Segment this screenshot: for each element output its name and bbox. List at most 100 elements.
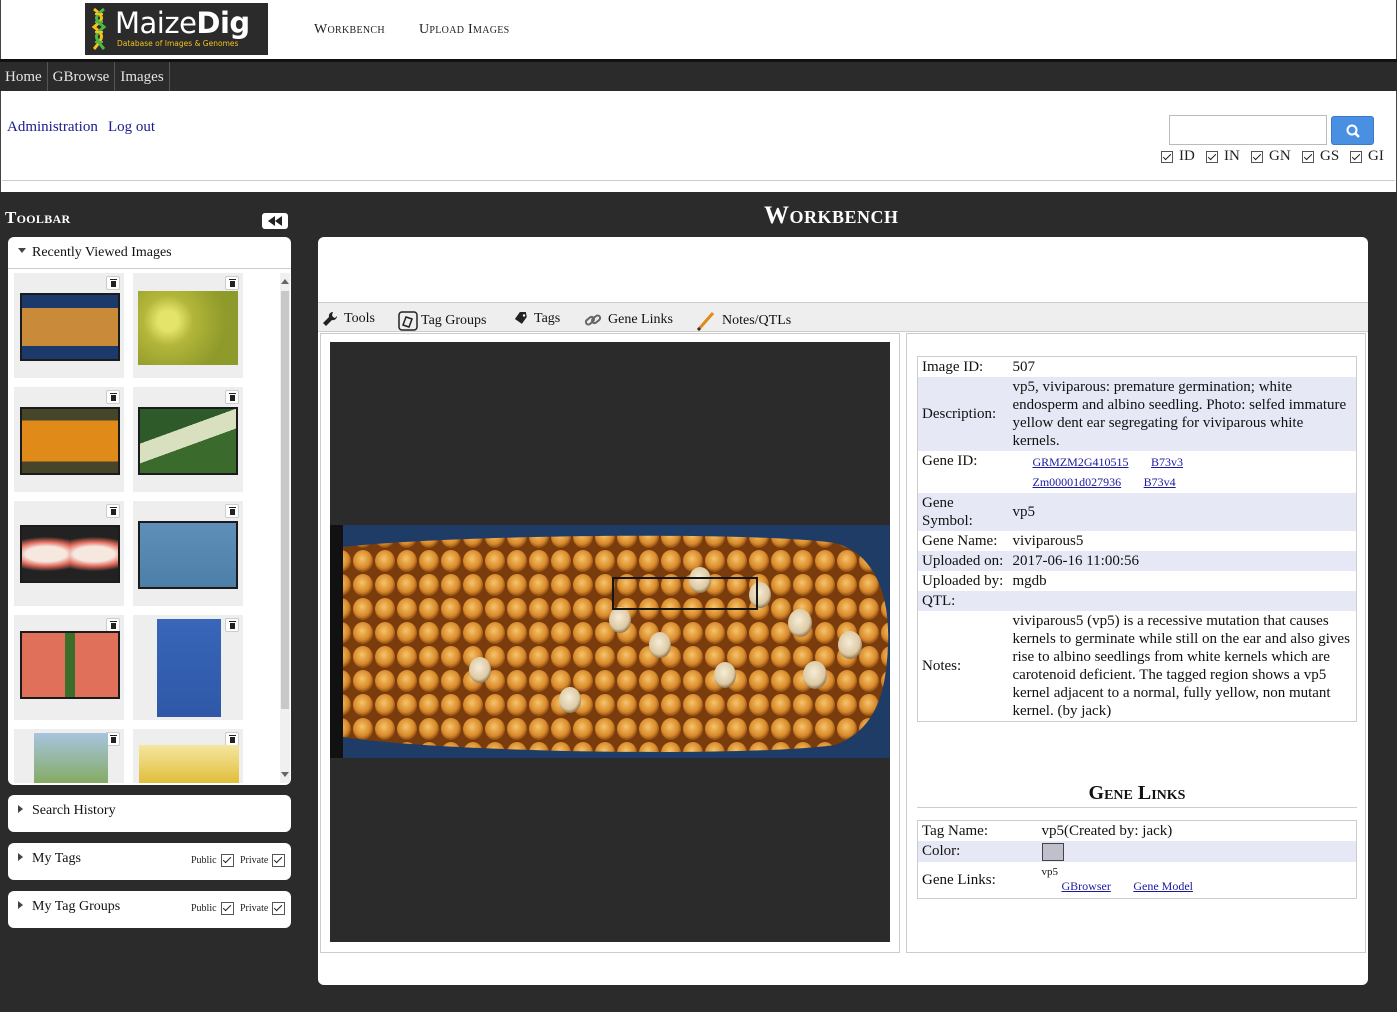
tab-gene-links[interactable]: Gene Links [584,311,673,329]
thumbnail-image[interactable] [34,733,108,783]
trash-icon[interactable] [225,390,239,404]
nav-images[interactable]: Images [115,62,170,91]
search-input[interactable] [1169,115,1327,145]
checkbox-in[interactable] [1206,150,1218,163]
corn-ear-image[interactable] [330,525,890,758]
gene-version-link[interactable]: B73v4 [1144,475,1176,489]
workbench-panel: Tools Tag Groups Tags Gene Links Notes/Q… [318,237,1368,985]
qtl-value [1009,591,1357,611]
trash-icon[interactable] [225,618,239,632]
trash-icon[interactable] [106,390,120,404]
private-checkbox[interactable] [272,902,286,915]
thumbnail-card[interactable] [133,729,243,783]
thumbnail-card[interactable] [14,387,124,492]
scroll-down-arrow-icon[interactable] [281,772,289,777]
tab-tools[interactable]: Tools [322,311,375,327]
toolbar-title: Toolbar [5,208,71,227]
collapsed-arrow-icon [18,853,23,861]
image-details-table: Image ID: 507 Description: vp5, viviparo… [917,356,1357,722]
row-gene-id: Gene ID: GRMZM2G410515 B73v3 Zm00001d027… [922,453,1184,489]
upload-images-link[interactable]: Upload Images [419,22,510,38]
checkbox-id[interactable] [1161,150,1173,163]
scroll-thumb[interactable] [281,291,289,709]
tab-notes-qtls[interactable]: Notes/QTLs [696,311,791,331]
trash-icon[interactable] [106,732,120,746]
gene-id-link[interactable]: GRMZM2G410515 [1033,455,1129,469]
thumbnail-card[interactable] [14,273,124,378]
uploaded-on-value: 2017-06-16 11:00:56 [1012,553,1140,569]
logo-subtitle: Database of Images & Genomes [117,39,239,48]
my-tag-groups-panel[interactable]: My Tag Groups Public Private [8,891,291,928]
thumbnail-image[interactable] [139,745,239,783]
gene-version-link[interactable]: B73v3 [1151,455,1183,469]
image-canvas[interactable] [330,342,890,942]
my-tag-groups-header[interactable]: My Tag Groups Public Private [8,891,291,923]
checkbox-gi[interactable] [1350,150,1362,163]
checkbox-gn[interactable] [1251,150,1263,163]
my-tags-public-filter[interactable]: Public [191,854,234,867]
thumbnail-card[interactable] [133,387,243,492]
public-checkbox[interactable] [220,902,234,915]
dna-helix-icon [91,7,107,50]
trash-icon[interactable] [225,732,239,746]
thumbnail-card[interactable] [133,273,243,378]
row-gene-symbol: Gene Symbol: vp5 [917,493,1357,531]
wrench-icon [323,311,338,326]
filter-id[interactable]: ID [1161,148,1195,165]
logout-link[interactable]: Log out [108,119,155,136]
maizedig-logo[interactable]: MaizeDig Database of Images & Genomes [85,3,268,55]
my-tag-groups-private-filter[interactable]: Private [240,902,286,915]
my-tag-groups-public-filter[interactable]: Public [191,902,234,915]
trash-icon[interactable] [225,276,239,290]
thumbnail-card[interactable] [14,615,124,720]
search-history-panel[interactable]: Search History [8,795,291,832]
gene-links-table: Tag Name: vp5(Created by: jack) Color: G… [917,820,1357,899]
thumbnail-image[interactable] [20,631,120,699]
thumbnail-image[interactable] [20,525,120,583]
gene-model-link[interactable]: Gene Model [1133,879,1193,893]
trash-icon[interactable] [106,618,120,632]
row-tag-name: Tag Name: vp5(Created by: jack) [918,821,1357,842]
recent-images-scrollbar[interactable] [280,273,290,783]
filter-gs[interactable]: GS [1302,148,1339,165]
thumbnail-image[interactable] [138,521,238,589]
tab-tags[interactable]: Tags [514,311,560,327]
trash-icon[interactable] [106,504,120,518]
search-button[interactable] [1331,116,1374,145]
trash-icon[interactable] [106,276,120,290]
thumbnail-image[interactable] [157,619,221,717]
checkbox-gs[interactable] [1302,150,1314,163]
gbrowser-link[interactable]: GBrowser [1062,879,1111,893]
my-tags-header[interactable]: My Tags Public Private [8,843,291,875]
thumbnail-grid [14,273,269,783]
thumbnail-card[interactable] [133,615,243,720]
gene-symbol-value: vp5 [1012,504,1036,520]
administration-link[interactable]: Administration [7,119,98,136]
thumbnail-image[interactable] [138,291,238,365]
search-history-header[interactable]: Search History [8,795,291,827]
workbench-link[interactable]: Workbench [314,22,385,38]
main-area: Toolbar Recently Viewed Images Search Hi… [0,192,1397,1012]
thumbnail-card[interactable] [14,501,124,606]
trash-icon[interactable] [225,504,239,518]
nav-gbrowse[interactable]: GBrowse [48,62,116,91]
nav-home[interactable]: Home [0,62,48,91]
filter-in[interactable]: IN [1206,148,1240,165]
filter-gn[interactable]: GN [1251,148,1291,165]
public-checkbox[interactable] [220,854,234,867]
my-tags-panel[interactable]: My Tags Public Private [8,843,291,880]
thumbnail-image[interactable] [20,407,120,475]
collapse-toolbar-button[interactable] [262,213,288,229]
my-tags-private-filter[interactable]: Private [240,854,286,867]
thumbnail-card[interactable] [14,729,124,783]
tab-tag-groups[interactable]: Tag Groups [398,311,487,331]
private-checkbox[interactable] [272,854,286,867]
logo-title: MaizeDig [115,6,250,40]
thumbnail-image[interactable] [138,407,238,475]
thumbnail-card[interactable] [133,501,243,606]
filter-gi[interactable]: GI [1350,148,1384,165]
thumbnail-image[interactable] [20,293,120,361]
gene-id-link[interactable]: Zm00001d027936 [1033,475,1122,489]
scroll-up-arrow-icon[interactable] [281,279,289,284]
recently-viewed-header[interactable]: Recently Viewed Images [8,237,291,269]
